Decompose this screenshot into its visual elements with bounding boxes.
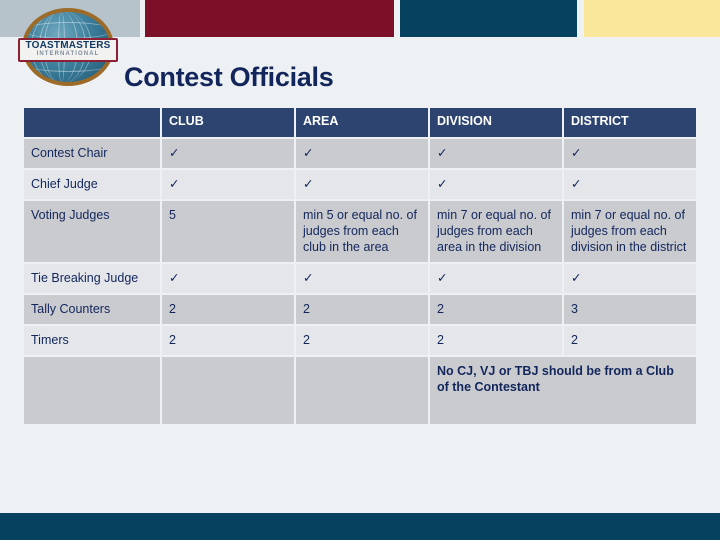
cell-timers-area: 2: [296, 326, 428, 355]
row-label-contest-chair: Contest Chair: [24, 139, 160, 168]
cell-voting-judges-division: min 7 or equal no. of judges from each a…: [430, 201, 562, 262]
row-label-chief-judge: Chief Judge: [24, 170, 160, 199]
cell-contest-chair-district: ✓: [564, 139, 696, 168]
table-row: Tally Counters 2 2 2 3: [24, 295, 696, 324]
cell-timers-club: 2: [162, 326, 294, 355]
cell-tally-counters-area: 2: [296, 295, 428, 324]
footer-cell-blank-1: [24, 357, 160, 424]
cell-chief-judge-area: ✓: [296, 170, 428, 199]
table-row: Chief Judge ✓ ✓ ✓ ✓: [24, 170, 696, 199]
cell-chief-judge-division: ✓: [430, 170, 562, 199]
cell-tie-breaking-judge-division: ✓: [430, 264, 562, 293]
cell-contest-chair-area: ✓: [296, 139, 428, 168]
table-row: Contest Chair ✓ ✓ ✓ ✓: [24, 139, 696, 168]
footer-note: No CJ, VJ or TBJ should be from a Club o…: [430, 357, 696, 424]
cell-voting-judges-district: min 7 or equal no. of judges from each d…: [564, 201, 696, 262]
logo-banner: TOASTMASTERS INTERNATIONAL: [18, 38, 118, 62]
table-body: Contest Chair ✓ ✓ ✓ ✓ Chief Judge ✓ ✓ ✓ …: [24, 139, 696, 424]
band-navy: [400, 0, 577, 37]
row-label-tie-breaking-judge: Tie Breaking Judge: [24, 264, 160, 293]
logo-line-2: INTERNATIONAL: [36, 51, 100, 57]
table-row: Timers 2 2 2 2: [24, 326, 696, 355]
cell-voting-judges-area: min 5 or equal no. of judges from each c…: [296, 201, 428, 262]
band-maroon: [145, 0, 394, 37]
cell-tie-breaking-judge-district: ✓: [564, 264, 696, 293]
cell-timers-division: 2: [430, 326, 562, 355]
table-header-row: CLUB AREA DIVISION DISTRICT: [24, 108, 696, 137]
column-header-district: DISTRICT: [564, 108, 696, 137]
logo-line-1: TOASTMASTERS: [25, 40, 111, 51]
cell-timers-district: 2: [564, 326, 696, 355]
cell-contest-chair-club: ✓: [162, 139, 294, 168]
band-yellow: [584, 0, 720, 37]
footer-cell-blank-2: [162, 357, 294, 424]
cell-tally-counters-district: 3: [564, 295, 696, 324]
row-label-voting-judges: Voting Judges: [24, 201, 160, 262]
contest-officials-table-wrap: CLUB AREA DIVISION DISTRICT Contest Chai…: [22, 106, 696, 426]
cell-contest-chair-division: ✓: [430, 139, 562, 168]
table-footer-row: No CJ, VJ or TBJ should be from a Club o…: [24, 357, 696, 424]
cell-voting-judges-club: 5: [162, 201, 294, 262]
cell-chief-judge-district: ✓: [564, 170, 696, 199]
cell-chief-judge-club: ✓: [162, 170, 294, 199]
cell-tally-counters-club: 2: [162, 295, 294, 324]
table-header: CLUB AREA DIVISION DISTRICT: [24, 108, 696, 137]
row-label-timers: Timers: [24, 326, 160, 355]
column-header-division: DIVISION: [430, 108, 562, 137]
column-header-blank: [24, 108, 160, 137]
contest-officials-table: CLUB AREA DIVISION DISTRICT Contest Chai…: [22, 106, 698, 426]
column-header-club: CLUB: [162, 108, 294, 137]
cell-tie-breaking-judge-area: ✓: [296, 264, 428, 293]
row-label-tally-counters: Tally Counters: [24, 295, 160, 324]
bottom-bar: [0, 513, 720, 540]
page-title: Contest Officials: [124, 62, 334, 92]
cell-tie-breaking-judge-club: ✓: [162, 264, 294, 293]
table-row: Tie Breaking Judge ✓ ✓ ✓ ✓: [24, 264, 696, 293]
cell-tally-counters-division: 2: [430, 295, 562, 324]
footer-cell-blank-3: [296, 357, 428, 424]
table-row: Voting Judges 5 min 5 or equal no. of ju…: [24, 201, 696, 262]
toastmasters-logo: TOASTMASTERS INTERNATIONAL: [18, 8, 118, 86]
column-header-area: AREA: [296, 108, 428, 137]
